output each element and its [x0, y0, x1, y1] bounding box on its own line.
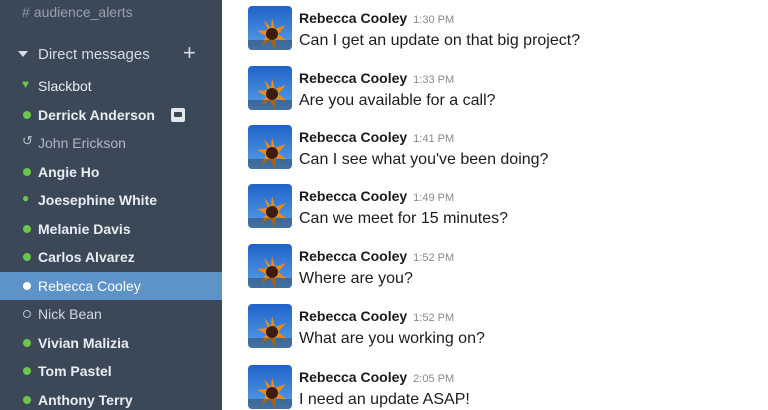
message-author[interactable]: Rebecca Cooley 1:49 PM [299, 188, 454, 204]
message-author[interactable]: Rebecca Cooley 1:52 PM [299, 308, 454, 324]
channel-name: audience_alerts [33, 4, 133, 20]
avatar[interactable] [248, 6, 292, 50]
online-dot-icon [23, 224, 31, 233]
dm-name: Rebecca Cooley [38, 277, 141, 294]
direct-messages-list: ♥ Slackbot Derrick Anderson ↺ John Erickson A… [0, 72, 222, 410]
message: Rebecca Cooley 1:52 PM Where are you? [248, 242, 748, 292]
avatar[interactable] [248, 365, 292, 409]
dm-item[interactable]: Melanie Davis [0, 215, 222, 244]
message-timestamp[interactable]: 2:05 PM [413, 373, 454, 385]
message-text: Are you available for a call? [299, 92, 496, 109]
author-name[interactable]: Rebecca Cooley [299, 188, 407, 204]
message-author[interactable]: Rebecca Cooley 2:05 PM [299, 369, 454, 385]
dm-item[interactable]: Tom Pastel [0, 357, 222, 386]
dm-item[interactable]: Nick Bean [0, 300, 222, 329]
avatar[interactable] [248, 304, 292, 348]
message: Rebecca Cooley 1:49 PM Can we meet for 15 … [248, 182, 748, 232]
avatar[interactable] [248, 66, 292, 110]
message-timestamp[interactable]: 1:52 PM [413, 252, 454, 264]
dm-item[interactable]: ♥ Slackbot [0, 72, 222, 101]
dm-item[interactable]: Carlos Alvarez [0, 243, 222, 272]
message-author[interactable]: Rebecca Cooley 1:30 PM [299, 10, 454, 26]
message: Rebecca Cooley 1:33 PM Are you available f… [248, 64, 748, 114]
author-name[interactable]: Rebecca Cooley [299, 369, 407, 385]
message-author[interactable]: Rebecca Cooley 1:33 PM [299, 70, 454, 86]
caret-down-icon[interactable] [18, 51, 28, 57]
message-text: Can I get an update on that big project? [299, 32, 581, 49]
computer-icon [171, 107, 185, 122]
message-text: Can we meet for 15 minutes? [299, 210, 508, 227]
dm-item[interactable]: ● Joesephine White [0, 186, 222, 215]
message-text: What are you working on? [299, 330, 485, 347]
message-author[interactable]: Rebecca Cooley 1:41 PM [299, 129, 454, 145]
online-dot-icon [23, 110, 31, 119]
message-timestamp[interactable]: 1:41 PM [413, 133, 454, 145]
dm-item[interactable]: Rebecca Cooley [0, 271, 222, 300]
message: Rebecca Cooley 2:05 PM I need an update AS… [248, 363, 748, 410]
message: Rebecca Cooley 1:52 PM What are you workin… [248, 302, 748, 352]
channel-audience-alerts[interactable]: # audience_alerts [22, 4, 133, 20]
dm-item[interactable]: Derrick Anderson [0, 101, 222, 130]
hash-icon: # [22, 4, 30, 20]
dm-name: John Erickson [38, 135, 126, 151]
online-dot-icon [23, 367, 31, 375]
online-dot-icon [23, 338, 31, 347]
message-timestamp[interactable]: 1:33 PM [413, 74, 454, 86]
dm-item[interactable]: Vivian Malizia [0, 329, 222, 358]
sidebar: # audience_alerts Direct messages + ♥ Slac… [0, 0, 222, 410]
dm-name: Slackbot [38, 78, 92, 94]
avatar[interactable] [248, 184, 292, 228]
author-name[interactable]: Rebecca Cooley [299, 308, 407, 324]
author-name[interactable]: Rebecca Cooley [299, 129, 407, 145]
dm-item[interactable]: Anthony Terry [0, 386, 222, 410]
author-name[interactable]: Rebecca Cooley [299, 70, 407, 86]
online-dot-icon [23, 395, 31, 404]
author-name[interactable]: Rebecca Cooley [299, 248, 407, 264]
heart-icon: ♥ [22, 77, 30, 91]
message-text: I need an update ASAP! [299, 391, 470, 408]
dm-name: Vivian Malizia [38, 334, 129, 351]
away-person-icon: ↺ [22, 133, 33, 148]
message-timestamp[interactable]: 1:30 PM [413, 14, 454, 26]
message: Rebecca Cooley 1:30 PM Can I get an update… [248, 4, 748, 54]
dm-name: Tom Pastel [38, 363, 112, 379]
dm-name: Melanie Davis [38, 220, 131, 237]
message-text: Can I see what you've been doing? [299, 151, 549, 168]
message-timestamp[interactable]: 1:52 PM [413, 312, 454, 324]
avatar[interactable] [248, 125, 292, 169]
online-dot-icon [23, 281, 31, 290]
message-timestamp[interactable]: 1:49 PM [413, 192, 454, 204]
dm-name: Derrick Anderson [38, 106, 155, 123]
dm-item[interactable]: ↺ John Erickson [0, 129, 222, 158]
message-text: Where are you? [299, 270, 413, 287]
message-list: Rebecca Cooley 1:30 PM Can I get an update… [222, 0, 768, 410]
online-dot-icon [23, 167, 31, 176]
dm-name: Angie Ho [38, 163, 100, 180]
add-direct-message-button[interactable]: + [183, 42, 196, 64]
offline-dot-icon [23, 310, 31, 318]
dm-item[interactable]: Angie Ho [0, 158, 222, 187]
dm-name: Anthony Terry [38, 391, 133, 408]
direct-messages-header[interactable]: Direct messages + [0, 42, 222, 68]
dm-name: Joesephine White [38, 192, 158, 208]
author-name[interactable]: Rebecca Cooley [299, 10, 407, 26]
dm-name: Nick Bean [38, 306, 102, 322]
message: Rebecca Cooley 1:41 PM Can I see what you'… [248, 123, 748, 173]
dm-name: Carlos Alvarez [38, 249, 135, 265]
message-author[interactable]: Rebecca Cooley 1:52 PM [299, 248, 454, 264]
online-dot-icon [23, 253, 31, 261]
avatar[interactable] [248, 244, 292, 288]
online-person-icon: ● [22, 191, 30, 205]
direct-messages-label: Direct messages [38, 46, 150, 63]
